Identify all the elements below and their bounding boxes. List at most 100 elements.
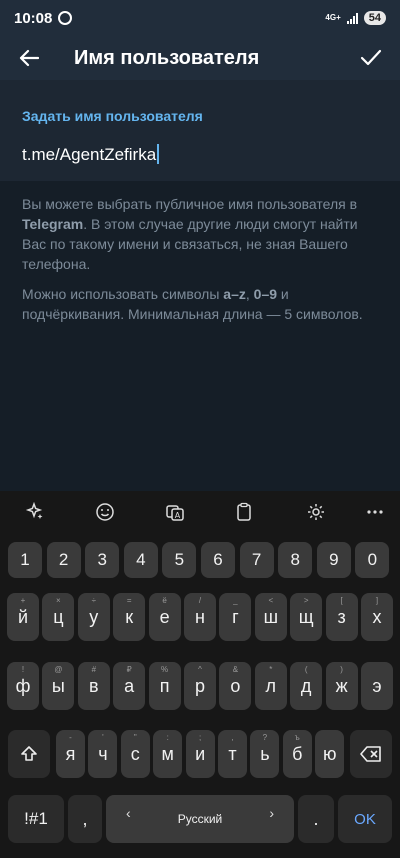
key-г[interactable]: _ г — [219, 593, 252, 641]
key-д[interactable]: (д — [290, 662, 323, 710]
confirm-button[interactable] — [342, 36, 400, 80]
backspace-key[interactable] — [350, 730, 392, 778]
key-ы[interactable]: @ ы — [42, 662, 75, 710]
signal-icon — [346, 12, 358, 24]
key-п[interactable]: % п — [148, 662, 181, 710]
key-label: н — [195, 606, 205, 627]
key-7[interactable]: 7 — [239, 542, 274, 578]
back-button[interactable] — [0, 36, 58, 80]
key-в[interactable]: # в — [77, 662, 110, 710]
space-key[interactable]: ‹ Русский › — [106, 795, 294, 843]
key-hint: ' — [102, 733, 104, 742]
key-hint: ; — [198, 733, 202, 742]
emoji-icon[interactable] — [92, 499, 118, 525]
key-label: т — [228, 743, 237, 764]
key-hint: " — [133, 733, 137, 742]
key-label: с — [130, 743, 140, 764]
key-label: э — [372, 675, 382, 696]
key-щ[interactable]: > щ — [290, 593, 323, 641]
key-ч[interactable]: ' ч — [88, 730, 118, 778]
key-hint: : — [166, 733, 169, 742]
symbols-key[interactable]: !#1 — [8, 795, 64, 843]
key-ь[interactable]: ? ь — [250, 730, 280, 778]
arrow-left-icon — [19, 49, 39, 67]
key-н[interactable]: / н — [184, 593, 216, 641]
key-а[interactable]: ₽ а — [113, 662, 146, 710]
key-hint: ё — [162, 596, 167, 605]
key-ю[interactable]: ю — [315, 730, 345, 778]
key-label: з — [337, 606, 346, 627]
key-э[interactable]: э — [361, 662, 393, 710]
key-х[interactable]: ] х — [361, 593, 393, 641]
ok-key[interactable]: OK — [338, 795, 392, 843]
app-bar: Имя пользователя — [0, 36, 400, 80]
key-label: й — [17, 606, 29, 627]
status-bar: 10:08 4G+ 54 — [0, 0, 400, 36]
key-с[interactable]: " с — [120, 730, 150, 778]
key-label: 9 — [329, 550, 339, 569]
key-ф[interactable]: ! ф — [7, 662, 39, 710]
key-hint: ) — [340, 665, 343, 674]
key-label: 8 — [290, 550, 300, 569]
key-й[interactable]: + й — [7, 593, 39, 641]
key-9[interactable]: 9 — [316, 542, 351, 578]
key-hint: × — [56, 596, 61, 605]
key-hint: ! — [21, 665, 25, 674]
keyboard: A 1 2 3 4 5 6 7 8 9 0 + й × ц ÷ у = к ё е / н _ г < ш > щ[з] х! ф @ ы # в… — [0, 491, 400, 858]
key-я[interactable]: -я — [56, 730, 85, 778]
settings-icon[interactable] — [303, 499, 329, 525]
key-label: 5 — [174, 550, 185, 569]
comma-key[interactable]: , — [68, 795, 102, 843]
key-label: ю — [322, 743, 337, 764]
info-paragraph-2: Можно использовать символы a–z, 0–9 и по… — [22, 286, 363, 322]
period-key[interactable]: . — [298, 795, 334, 843]
more-icon[interactable] — [362, 499, 388, 525]
key-з[interactable]: [з — [325, 593, 358, 641]
key-2[interactable]: 2 — [46, 542, 81, 578]
key-hint: ( — [304, 665, 308, 674]
key-label: у — [89, 606, 99, 627]
username-card: Задать имя пользователя t.me/AgentZefirk… — [0, 80, 400, 181]
key-ц[interactable]: × ц — [42, 593, 75, 641]
key-ш[interactable]: < ш — [254, 593, 287, 641]
key-8[interactable]: 8 — [278, 542, 313, 578]
shift-key[interactable] — [8, 730, 50, 778]
translate-icon[interactable]: A — [162, 499, 188, 525]
key-hint: < — [268, 596, 274, 605]
key-1[interactable]: 1 — [8, 542, 42, 578]
key-label: щ — [298, 606, 314, 627]
key-4[interactable]: 4 — [123, 542, 158, 578]
backspace-icon — [360, 746, 381, 762]
svg-text:A: A — [175, 511, 181, 520]
key-label: б — [292, 743, 303, 764]
key-label: 0 — [367, 550, 378, 569]
key-ж[interactable]: ) ж — [325, 662, 358, 710]
key-3[interactable]: 3 — [85, 542, 120, 578]
username-input[interactable]: t.me/AgentZefirka — [22, 144, 160, 165]
key-у[interactable]: ÷ у — [77, 593, 110, 641]
key-hint: ÷ — [91, 596, 96, 605]
key-5[interactable]: 5 — [162, 542, 197, 578]
key-о[interactable]: & о — [219, 662, 252, 710]
key-label: м — [161, 743, 174, 764]
key-м[interactable]: :м — [153, 730, 183, 778]
key-label: и — [195, 743, 206, 764]
chevron-left-icon: ‹ — [126, 805, 131, 821]
key-т[interactable]: ,т — [218, 730, 247, 778]
clipboard-icon[interactable] — [231, 499, 257, 525]
key-label: г — [232, 606, 239, 627]
key-б[interactable]: ъб — [282, 730, 312, 778]
key-л[interactable]: * л — [254, 662, 287, 710]
key-label: ы — [51, 675, 65, 696]
key-label: в — [89, 675, 99, 696]
key-р[interactable]: ^ р — [184, 662, 216, 710]
key-к[interactable]: = к — [113, 593, 146, 641]
battery-level: 54 — [363, 11, 386, 25]
key-0[interactable]: 0 — [355, 542, 390, 578]
key-е[interactable]: ёе — [148, 593, 181, 641]
key-6[interactable]: 6 — [201, 542, 235, 578]
key-label: я — [65, 743, 76, 764]
sparkle-icon[interactable] — [22, 499, 48, 525]
key-и[interactable]: ; и — [185, 730, 215, 778]
network-type: 4G+ — [325, 13, 341, 22]
